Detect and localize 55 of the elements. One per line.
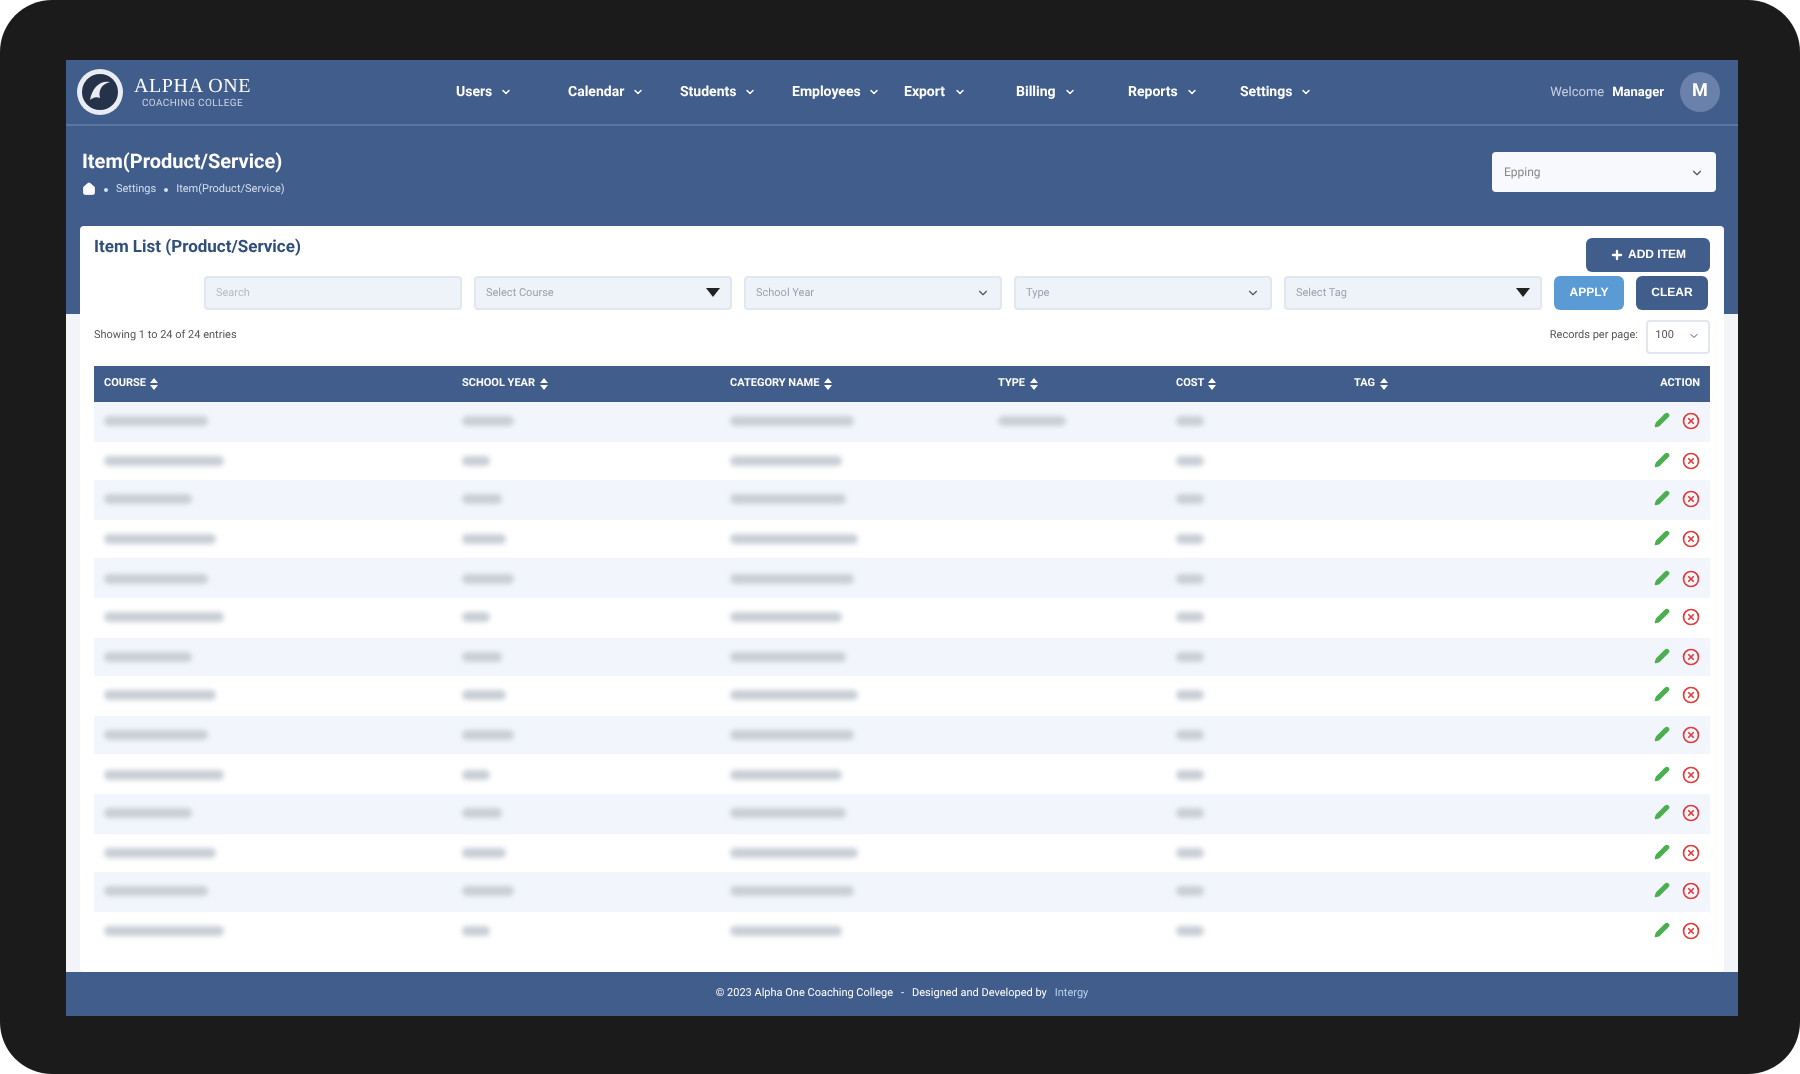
logo-icon: [76, 68, 124, 116]
sort-icon[interactable]: [1379, 378, 1388, 390]
plus-icon: [1610, 248, 1624, 262]
delete-icon[interactable]: [1682, 530, 1700, 549]
edit-icon[interactable]: [1654, 608, 1670, 625]
chevron-down-icon: [1690, 165, 1704, 179]
chevron-down-icon: [1246, 286, 1260, 300]
edit-icon[interactable]: [1654, 922, 1670, 939]
chevron-down-icon: [744, 86, 757, 98]
edit-icon[interactable]: [1654, 569, 1670, 586]
chevron-down-icon: [632, 86, 645, 98]
delete-icon[interactable]: [1682, 726, 1700, 745]
delete-icon[interactable]: [1682, 686, 1700, 705]
user-avatar[interactable]: M: [1680, 72, 1720, 112]
delete-icon[interactable]: [1682, 647, 1700, 666]
edit-icon[interactable]: [1654, 843, 1670, 860]
edit-icon[interactable]: [1654, 412, 1670, 429]
edit-icon[interactable]: [1654, 804, 1670, 821]
delete-icon[interactable]: [1682, 804, 1700, 823]
edit-icon[interactable]: [1654, 451, 1670, 468]
delete-icon[interactable]: [1682, 922, 1700, 941]
chevron-down-icon: [953, 86, 965, 98]
edit-icon[interactable]: [1654, 490, 1670, 507]
edit-icon[interactable]: [1654, 686, 1670, 703]
edit-icon[interactable]: [1654, 882, 1670, 899]
delete-icon[interactable]: [1682, 608, 1700, 627]
delete-icon[interactable]: [1682, 882, 1700, 901]
sort-icon[interactable]: [823, 378, 832, 390]
chevron-down-icon: [1300, 86, 1313, 98]
delete-icon[interactable]: [1682, 490, 1700, 509]
brand-name: ALPHA ONE: [134, 75, 252, 97]
chevron-down-icon: [500, 86, 513, 98]
delete-icon[interactable]: [1682, 765, 1700, 784]
edit-icon[interactable]: [1654, 726, 1670, 743]
sort-icon[interactable]: [1029, 378, 1037, 390]
delete-icon[interactable]: [1682, 843, 1700, 862]
home-icon[interactable]: [82, 182, 96, 196]
card-title: Item List (Product/Service): [94, 238, 301, 258]
chevron-down-icon: [1063, 86, 1076, 98]
sort-icon[interactable]: [1208, 378, 1217, 390]
chevron-down-icon: [1688, 330, 1701, 342]
edit-icon[interactable]: [1654, 765, 1670, 782]
delete-icon[interactable]: [1682, 569, 1700, 588]
sort-icon[interactable]: [539, 378, 548, 390]
chevron-down-icon: [1185, 86, 1198, 98]
chevron-down-icon: [976, 286, 990, 300]
caret-icon: [706, 288, 720, 298]
edit-icon[interactable]: [1654, 647, 1670, 664]
delete-icon[interactable]: [1682, 451, 1700, 470]
delete-icon[interactable]: [1682, 412, 1700, 431]
chevron-down-icon: [868, 86, 881, 98]
sort-icon[interactable]: [150, 378, 159, 390]
edit-icon[interactable]: [1654, 530, 1670, 547]
page-title: Item(Product/Service): [82, 152, 285, 174]
caret-icon: [1516, 288, 1530, 298]
